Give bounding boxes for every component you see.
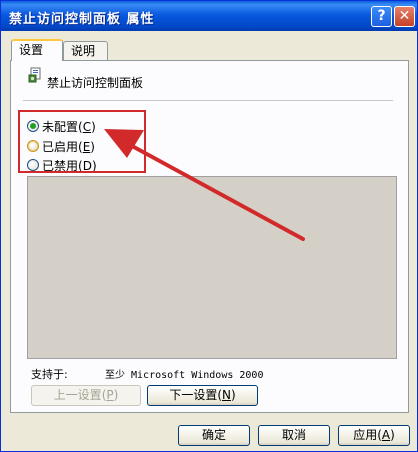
- previous-setting-button[interactable]: 上一设置(P): [31, 385, 141, 406]
- close-icon: ✕: [398, 8, 411, 24]
- supported-on-value: 至少 Microsoft Windows 2000: [105, 370, 264, 381]
- policy-icon: [28, 67, 41, 83]
- apply-button[interactable]: 应用(A): [338, 425, 410, 446]
- help-icon: ?: [377, 8, 386, 24]
- separator: [23, 100, 393, 101]
- properties-dialog: 禁止访问控制面板 属性 ? ✕ 设置 说明 禁止访问控制面板 未配置(C) 已启…: [0, 0, 418, 452]
- tab-explain[interactable]: 说明: [63, 41, 108, 61]
- window-title: 禁止访问控制面板 属性: [9, 12, 155, 27]
- annotation-highlight-box: [18, 110, 146, 173]
- supported-on-label: 支持于:: [31, 368, 68, 381]
- next-setting-button[interactable]: 下一设置(N): [147, 385, 258, 406]
- close-button[interactable]: ✕: [394, 6, 415, 27]
- tab-settings[interactable]: 设置: [11, 39, 63, 61]
- help-button[interactable]: ?: [371, 6, 392, 27]
- policy-options-area: [27, 176, 397, 359]
- title-bar[interactable]: 禁止访问控制面板 属性 ? ✕: [1, 1, 417, 31]
- ok-button[interactable]: 确定: [178, 425, 250, 446]
- policy-name: 禁止访问控制面板: [47, 76, 144, 90]
- cancel-button[interactable]: 取消: [258, 425, 330, 446]
